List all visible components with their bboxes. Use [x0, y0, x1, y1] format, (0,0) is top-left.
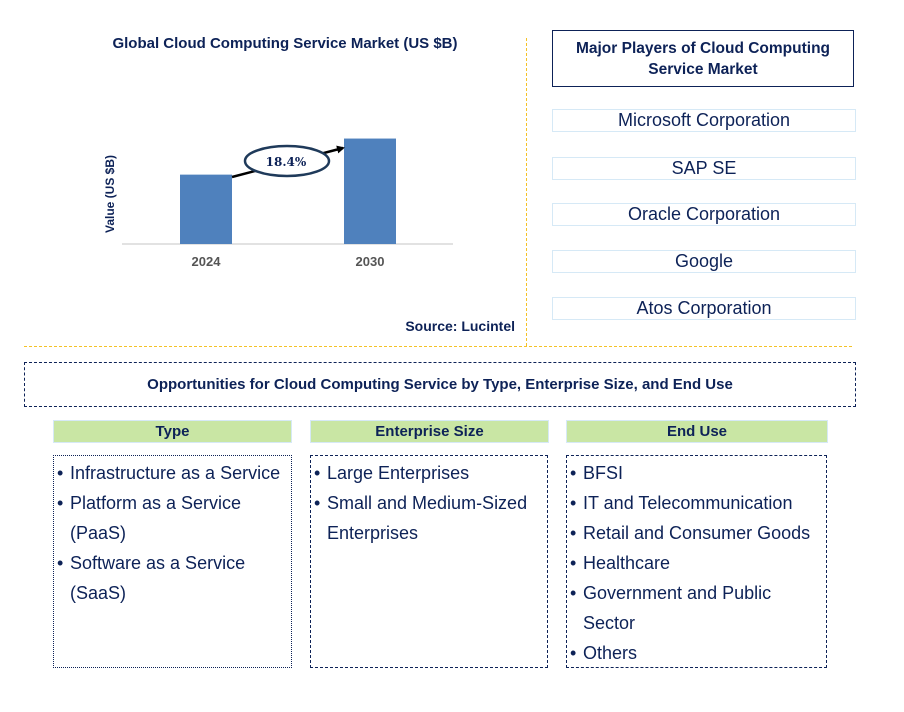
type-list-box: Infrastructure as a ServicePlatform as a…: [53, 455, 292, 668]
list-item: Government and Public Sector: [570, 578, 826, 638]
player-item: Microsoft Corporation: [552, 109, 856, 132]
vertical-divider: [526, 38, 527, 346]
list-item: IT and Telecommunication: [570, 488, 826, 518]
source-label: Source: Lucintel: [405, 318, 515, 334]
cagr-label: 18.4%: [266, 155, 307, 169]
opportunities-title: Opportunities for Cloud Computing Servic…: [24, 362, 856, 407]
bar-2030: [344, 138, 396, 244]
column-header-end-use: End Use: [566, 420, 828, 443]
player-item: SAP SE: [552, 157, 856, 180]
list-item: Healthcare: [570, 548, 826, 578]
players-title: Major Players of Cloud Computing Service…: [552, 30, 854, 87]
horizontal-divider: [24, 346, 852, 347]
player-item: Oracle Corporation: [552, 203, 856, 226]
bar-chart: Value (US $B) 2024 2030 18.4%: [103, 138, 453, 269]
list-item: Large Enterprises: [314, 458, 547, 488]
y-axis-label: Value (US $B): [103, 155, 117, 233]
bar-2024: [180, 174, 232, 244]
list-item: Retail and Consumer Goods: [570, 518, 826, 548]
end-use-list-box: BFSIIT and TelecommunicationRetail and C…: [566, 455, 827, 668]
column-header-enterprise-size: Enterprise Size: [310, 420, 549, 443]
player-item: Google: [552, 250, 856, 273]
list-item: BFSI: [570, 458, 826, 488]
enterprise-size-list: Large EnterprisesSmall and Medium-Sized …: [314, 458, 547, 548]
column-header-type: Type: [53, 420, 292, 443]
list-item: Software as a Service (SaaS): [57, 548, 291, 608]
type-list: Infrastructure as a ServicePlatform as a…: [57, 458, 291, 608]
x-tick-label: 2030: [356, 254, 385, 269]
x-tick-label: 2024: [192, 254, 222, 269]
list-item: Others: [570, 638, 826, 668]
list-item: Infrastructure as a Service: [57, 458, 291, 488]
enterprise-size-list-box: Large EnterprisesSmall and Medium-Sized …: [310, 455, 548, 668]
end-use-list: BFSIIT and TelecommunicationRetail and C…: [570, 458, 826, 668]
cagr-annotation: 18.4%: [231, 144, 345, 179]
list-item: Platform as a Service (PaaS): [57, 488, 291, 548]
list-item: Small and Medium-Sized Enterprises: [314, 488, 547, 548]
player-item: Atos Corporation: [552, 297, 856, 320]
